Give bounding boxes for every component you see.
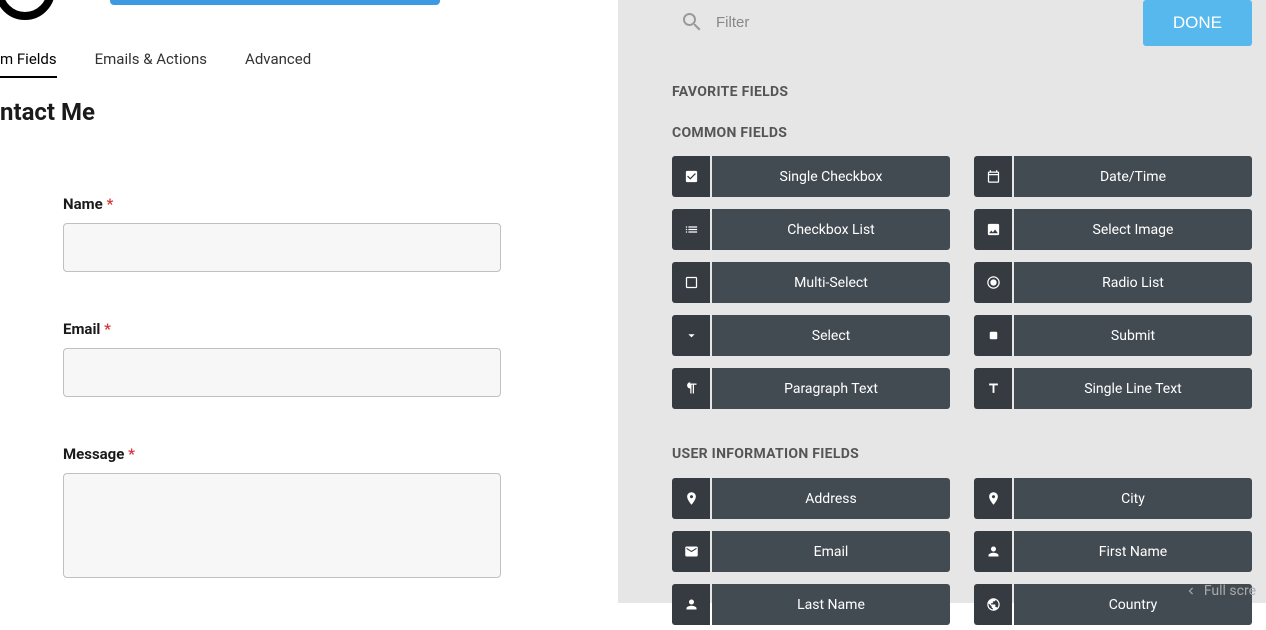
tab-form-fields[interactable]: m Fields (0, 50, 57, 78)
user-info-heading: USER INFORMATION FIELDS (672, 446, 859, 462)
text-cursor-icon (974, 368, 1012, 409)
form-fields-area: Name * Email * Message * (63, 195, 501, 630)
name-label: Name * (63, 195, 501, 213)
email-label: Email * (63, 320, 501, 338)
field-city[interactable]: City (974, 478, 1252, 519)
required-star: * (106, 195, 113, 213)
message-label: Message * (63, 445, 501, 463)
favorite-fields-heading: FAVORITE FIELDS (672, 84, 788, 100)
field-name[interactable]: Name * (63, 195, 501, 272)
form-title[interactable]: ntact Me (0, 98, 95, 126)
name-input[interactable] (63, 223, 501, 272)
field-single-checkbox[interactable]: Single Checkbox (672, 156, 950, 197)
form-preview-panel: borders, & more without writing a single… (0, 0, 618, 603)
radio-icon (974, 262, 1012, 303)
done-button[interactable]: DONE (1143, 0, 1252, 46)
tab-emails-actions[interactable]: Emails & Actions (95, 50, 207, 78)
common-fields-heading: COMMON FIELDS (672, 125, 787, 141)
common-fields-grid: Single Checkbox Date/Time Checkbox List … (672, 156, 1252, 409)
field-submit[interactable]: Submit (974, 315, 1252, 356)
app-logo (0, 0, 55, 20)
field-first-name[interactable]: First Name (974, 531, 1252, 572)
field-date-time[interactable]: Date/Time (974, 156, 1252, 197)
globe-icon (974, 584, 1012, 625)
field-last-name[interactable]: Last Name (672, 584, 950, 625)
stop-icon (974, 315, 1012, 356)
field-multi-select[interactable]: Multi-Select (672, 262, 950, 303)
chevron-left-icon (1184, 584, 1198, 598)
tab-advanced[interactable]: Advanced (245, 50, 311, 78)
field-library-panel: DONE FAVORITE FIELDS COMMON FIELDS Singl… (618, 0, 1266, 603)
field-radio-list[interactable]: Radio List (974, 262, 1252, 303)
editor-tabs: m Fields Emails & Actions Advanced (0, 50, 311, 78)
field-email[interactable]: Email * (63, 320, 501, 397)
square-icon (672, 262, 710, 303)
image-icon (974, 209, 1012, 250)
marker-icon (672, 478, 710, 519)
field-single-line-text[interactable]: Single Line Text (974, 368, 1252, 409)
top-banner: borders, & more without writing a single… (0, 0, 618, 18)
required-star: * (104, 320, 111, 338)
message-input[interactable] (63, 473, 501, 578)
envelope-icon (672, 531, 710, 572)
paragraph-icon (672, 368, 710, 409)
field-select-image[interactable]: Select Image (974, 209, 1252, 250)
checkbox-icon (672, 156, 710, 197)
marker-icon (974, 478, 1012, 519)
required-star: * (128, 445, 135, 463)
field-paragraph-text[interactable]: Paragraph Text (672, 368, 950, 409)
field-select[interactable]: Select (672, 315, 950, 356)
user-icon (672, 584, 710, 625)
field-address[interactable]: Address (672, 478, 950, 519)
search-icon (680, 10, 704, 34)
field-email[interactable]: Email (672, 531, 950, 572)
chevron-down-icon (672, 315, 710, 356)
fullscreen-indicator[interactable]: Full scre (1184, 583, 1256, 599)
list-icon (672, 209, 710, 250)
calendar-icon (974, 156, 1012, 197)
user-icon (974, 531, 1012, 572)
banner-message: borders, & more without writing a single… (110, 0, 440, 5)
field-message[interactable]: Message * (63, 445, 501, 582)
field-checkbox-list[interactable]: Checkbox List (672, 209, 950, 250)
email-input[interactable] (63, 348, 501, 397)
